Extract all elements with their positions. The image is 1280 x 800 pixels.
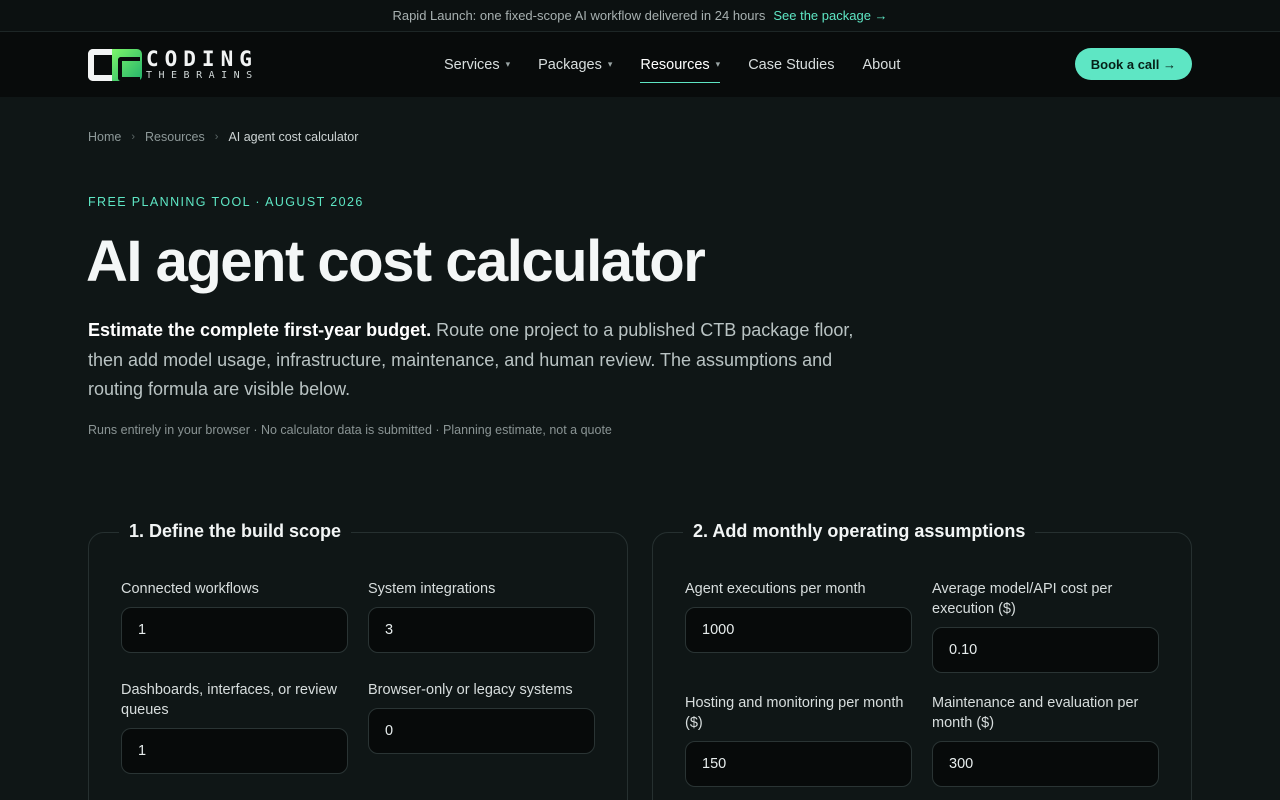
breadcrumb-separator-icon: › [214, 131, 219, 143]
operating-panel: 2. Add monthly operating assumptions Age… [652, 521, 1192, 800]
chevron-down-icon: ▾ [607, 59, 613, 69]
book-call-button[interactable]: Book a call → [1074, 48, 1192, 80]
connected-workflows-field: Connected workflows 1 [121, 579, 348, 653]
scope-panel: 1. Define the build scope Connected work… [88, 521, 628, 800]
chevron-down-icon: ▾ [505, 59, 511, 69]
logo-mark-icon [88, 48, 142, 81]
intro-lead: Estimate the complete first-year budget. [88, 320, 432, 340]
executions-field: Agent executions per month 1000 [685, 579, 912, 653]
breadcrumb-resources[interactable]: Resources [145, 130, 205, 144]
chevron-down-icon: ▾ [715, 59, 721, 69]
logo-wordmark: CODING [146, 46, 258, 71]
nav-about[interactable]: About [862, 32, 900, 97]
privacy-note: Runs entirely in your browser · No calcu… [88, 423, 612, 437]
dashboards-input[interactable]: 1 [121, 728, 348, 774]
model-cost-input[interactable]: 0.10 [932, 627, 1159, 673]
maintenance-input[interactable]: 300 [932, 741, 1159, 787]
logo-subtitle: THEBRAINS [146, 69, 259, 81]
system-integrations-input[interactable]: 3 [368, 607, 595, 653]
breadcrumb-current: AI agent cost calculator [228, 130, 359, 144]
legacy-systems-input[interactable]: 0 [368, 708, 595, 754]
field-label: Maintenance and evaluation per month ($) [932, 695, 1139, 731]
nav-packages[interactable]: Packages ▾ [538, 32, 612, 97]
site-header: CODING THEBRAINS Services ▾ Packages ▾ R… [0, 32, 1280, 97]
maintenance-field: Maintenance and evaluation per month ($)… [932, 693, 1159, 787]
eyebrow: FREE PLANNING TOOL · AUGUST 2026 [88, 195, 364, 209]
field-label: Average model/API cost per execution ($) [932, 581, 1113, 617]
announcement-bar: Rapid Launch: one fixed-scope AI workflo… [0, 0, 1280, 32]
scope-panel-title: 1. Define the build scope [119, 521, 352, 542]
intro-paragraph: Estimate the complete first-year budget.… [88, 316, 858, 405]
system-integrations-field: System integrations 3 [368, 579, 595, 653]
hosting-field: Hosting and monitoring per month ($) 150 [685, 693, 912, 787]
field-label: Dashboards, interfaces, or review queues [121, 682, 337, 718]
field-label: Browser-only or legacy systems [368, 682, 573, 698]
executions-input[interactable]: 1000 [685, 607, 912, 653]
field-label: Connected workflows [121, 581, 259, 597]
breadcrumb-separator-icon: › [131, 131, 136, 143]
nav-resources[interactable]: Resources ▾ [640, 32, 720, 97]
nav-case-studies[interactable]: Case Studies [748, 32, 834, 97]
hosting-input[interactable]: 150 [685, 741, 912, 787]
announcement-text: Rapid Launch: one fixed-scope AI workflo… [392, 8, 766, 23]
legacy-systems-field: Browser-only or legacy systems 0 [368, 680, 595, 754]
model-cost-field: Average model/API cost per execution ($)… [932, 579, 1159, 673]
nav-services[interactable]: Services ▾ [444, 32, 510, 97]
breadcrumb: Home › Resources › AI agent cost calcula… [88, 130, 358, 144]
main-nav: Services ▾ Packages ▾ Resources ▾ Case S… [444, 32, 900, 97]
operating-panel-title: 2. Add monthly operating assumptions [683, 521, 1036, 542]
connected-workflows-input[interactable]: 1 [121, 607, 348, 653]
dashboards-field: Dashboards, interfaces, or review queues… [121, 680, 348, 774]
page-title: AI agent cost calculator [86, 229, 706, 294]
field-label: Agent executions per month [685, 581, 866, 597]
announcement-link[interactable]: See the package → [773, 8, 887, 23]
field-label: Hosting and monitoring per month ($) [685, 695, 904, 731]
field-label: System integrations [368, 581, 496, 597]
brand-logo[interactable]: CODING THEBRAINS [88, 46, 259, 81]
breadcrumb-home[interactable]: Home [88, 130, 121, 144]
